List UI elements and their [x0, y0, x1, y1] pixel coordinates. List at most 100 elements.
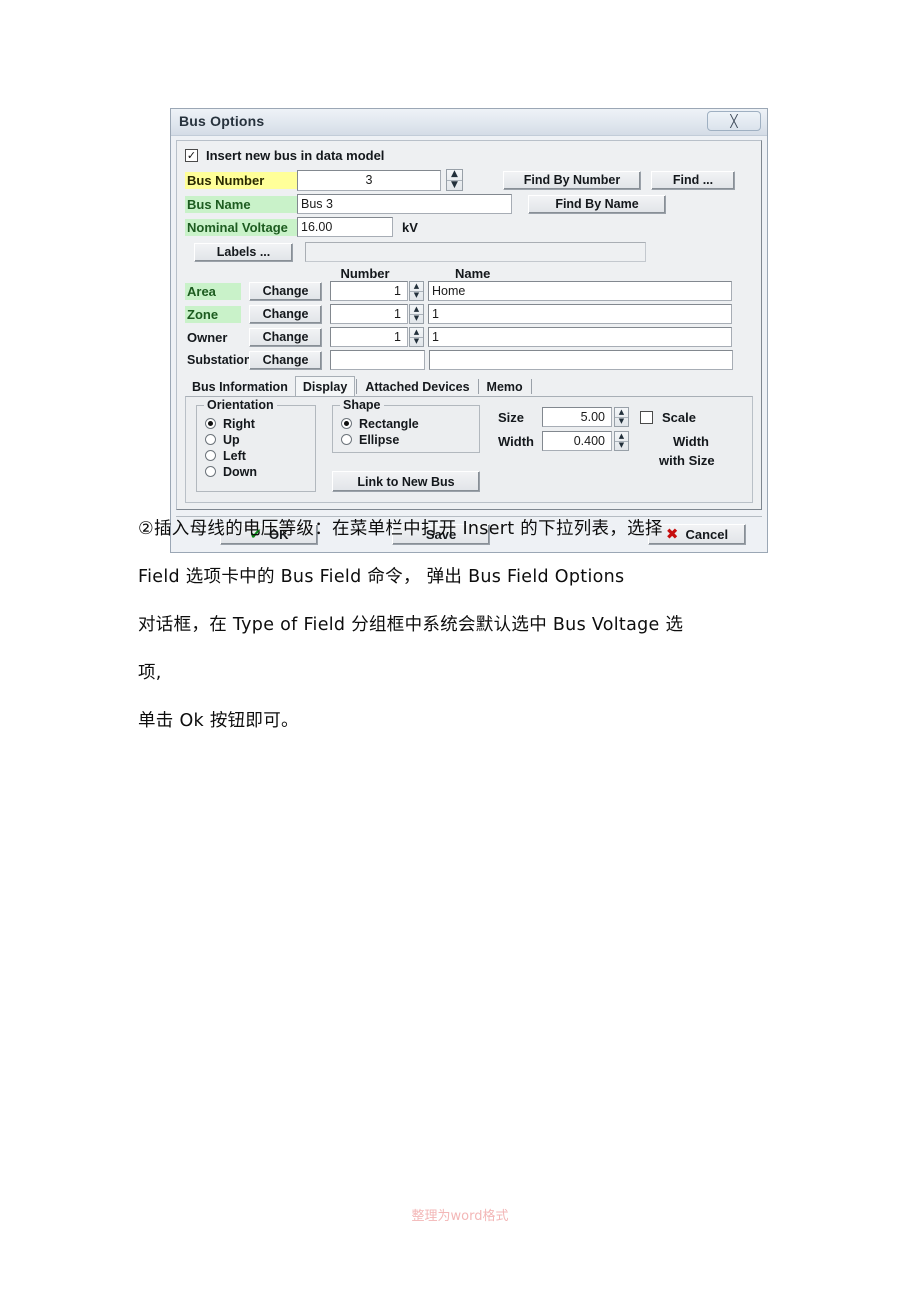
tab-divider: [530, 379, 532, 394]
shape-legend: Shape: [340, 398, 384, 412]
paragraph-line: Field 选项卡中的 Bus Field 命令， 弹出 Bus Field O…: [138, 567, 625, 587]
chevron-up-icon: ▲: [615, 408, 628, 418]
orientation-option-right[interactable]: Right: [205, 416, 307, 431]
radio-icon[interactable]: [205, 434, 216, 445]
nominal-voltage-label: Nominal Voltage: [185, 218, 297, 236]
size-input[interactable]: 5.00: [542, 407, 612, 427]
find-by-number-button[interactable]: Find By Number: [503, 170, 641, 190]
radio-icon[interactable]: [205, 466, 216, 477]
zone-number-input[interactable]: 1: [330, 304, 408, 324]
orientation-option-up[interactable]: Up: [205, 432, 307, 447]
orientation-right-label: Right: [223, 416, 255, 431]
width-input[interactable]: 0.400: [542, 431, 612, 451]
chevron-up-icon: ▲: [447, 170, 462, 181]
orientation-down-label: Down: [223, 464, 258, 479]
width-stepper[interactable]: ▲ ▼: [614, 431, 629, 451]
labels-row: Labels ...: [185, 242, 753, 262]
find-button[interactable]: Find ...: [651, 170, 735, 190]
zone-name-input[interactable]: 1: [428, 304, 732, 324]
nominal-voltage-input[interactable]: 16.00: [297, 217, 393, 237]
insert-new-bus-checkbox[interactable]: ✓: [185, 149, 198, 162]
zone-number-stepper[interactable]: ▲ ▼: [409, 304, 424, 324]
dialog-body-panel: ✓ Insert new bus in data model Bus Numbe…: [176, 140, 762, 510]
insert-new-bus-label: Insert new bus in data model: [206, 148, 385, 163]
tab-attached-devices[interactable]: Attached Devices: [358, 378, 476, 396]
tab-memo[interactable]: Memo: [480, 378, 530, 396]
substation-row: Substation Change: [185, 350, 753, 370]
chevron-up-icon: ▲: [410, 282, 423, 292]
bus-number-input[interactable]: 3: [297, 169, 441, 191]
scale-width-line3: with Size: [659, 453, 715, 468]
shape-ellipse-label: Ellipse: [359, 432, 400, 447]
orientation-option-left[interactable]: Left: [205, 448, 307, 463]
size-stepper[interactable]: ▲ ▼: [614, 407, 629, 427]
bus-options-dialog: Bus Options ╳ ✓ Insert new bus in data m…: [170, 108, 768, 553]
bus-name-input[interactable]: Bus 3: [297, 194, 512, 214]
substation-number-input[interactable]: [330, 350, 425, 370]
area-number-stepper[interactable]: ▲ ▼: [409, 281, 424, 301]
owner-row: Owner Change 1 ▲ ▼ 1: [185, 327, 753, 347]
owner-number-input[interactable]: 1: [330, 327, 408, 347]
paragraph-line: 对话框，在 Type of Field 分组框中系统会默认选中 Bus Volt…: [138, 615, 684, 635]
chevron-down-icon: ▼: [413, 314, 420, 323]
grid-header-row: Number Name: [185, 266, 753, 281]
substation-change-button[interactable]: Change: [249, 350, 322, 370]
bus-name-row: Bus Name Bus 3 Find By Name: [185, 194, 753, 214]
dialog-titlebar: Bus Options ╳: [171, 109, 767, 136]
radio-icon[interactable]: [341, 434, 352, 445]
area-change-button[interactable]: Change: [249, 281, 322, 301]
area-number-input[interactable]: 1: [330, 281, 408, 301]
bus-number-stepper[interactable]: ▲ ▼: [446, 169, 463, 191]
radio-icon[interactable]: [205, 450, 216, 461]
grid-header-name: Name: [455, 266, 491, 281]
labels-value-field[interactable]: [305, 242, 646, 262]
dialog-title: Bus Options: [179, 113, 265, 129]
radio-icon[interactable]: [205, 418, 216, 429]
bus-number-row: Bus Number 3 ▲ ▼ Find By Number Find ...: [185, 169, 753, 191]
radio-icon[interactable]: [341, 418, 352, 429]
close-button[interactable]: ╳: [707, 111, 761, 131]
close-icon: ╳: [730, 114, 738, 128]
paragraph-line: ②插入母线的电压等级：在菜单栏中打开 Insert 的下拉列表，选择: [138, 519, 663, 539]
width-label: Width: [498, 433, 534, 449]
chevron-down-icon: ▼: [413, 337, 420, 346]
owner-number-stepper[interactable]: ▲ ▼: [409, 327, 424, 347]
size-width-column: Size 5.00 ▲ ▼ ✓ Scale Width 0.400 ▲ ▼: [498, 405, 715, 492]
zone-row: Zone Change 1 ▲ ▼ 1: [185, 304, 753, 324]
grid-header-number: Number: [340, 266, 390, 281]
tab-display[interactable]: Display: [294, 376, 356, 397]
find-by-name-button[interactable]: Find By Name: [528, 194, 666, 214]
chevron-down-icon: ▼: [413, 291, 420, 300]
shape-option-ellipse[interactable]: Ellipse: [341, 432, 471, 447]
substation-name-input[interactable]: [429, 350, 733, 370]
scale-line3-row: with Size: [498, 453, 715, 468]
insert-new-bus-row: ✓ Insert new bus in data model: [185, 148, 753, 163]
scale-width-line1: Scale: [662, 409, 696, 425]
area-name-input[interactable]: Home: [428, 281, 732, 301]
labels-button[interactable]: Labels ...: [194, 242, 293, 262]
zone-label: Zone: [185, 305, 241, 323]
chevron-down-icon: ▼: [618, 417, 625, 426]
zone-change-button[interactable]: Change: [249, 304, 322, 324]
tab-divider: [477, 379, 479, 394]
size-row: Size 5.00 ▲ ▼ ✓ Scale: [498, 407, 715, 427]
link-to-new-bus-button[interactable]: Link to New Bus: [332, 471, 480, 492]
tab-divider: [356, 379, 358, 394]
orientation-option-down[interactable]: Down: [205, 464, 307, 479]
orientation-group: Orientation Right Up Left Down: [196, 398, 316, 492]
tab-bus-information[interactable]: Bus Information: [185, 378, 295, 396]
area-row: Area Change 1 ▲ ▼ Home: [185, 281, 753, 301]
orientation-left-label: Left: [223, 448, 246, 463]
size-label: Size: [498, 409, 525, 425]
owner-name-input[interactable]: 1: [428, 327, 732, 347]
chevron-down-icon: ▼: [451, 179, 458, 190]
scale-width-checkbox[interactable]: ✓: [640, 410, 653, 424]
owner-label: Owner: [187, 329, 228, 345]
scale-width-line2: Width: [673, 433, 709, 449]
shape-rectangle-label: Rectangle: [359, 416, 419, 431]
owner-change-button[interactable]: Change: [249, 327, 322, 347]
display-tab-pane: Orientation Right Up Left Down Shape Rec…: [185, 396, 753, 503]
shape-option-rectangle[interactable]: Rectangle: [341, 416, 471, 431]
orientation-legend: Orientation: [204, 398, 277, 412]
shape-column: Shape Rectangle Ellipse Link to New Bus: [332, 398, 480, 492]
